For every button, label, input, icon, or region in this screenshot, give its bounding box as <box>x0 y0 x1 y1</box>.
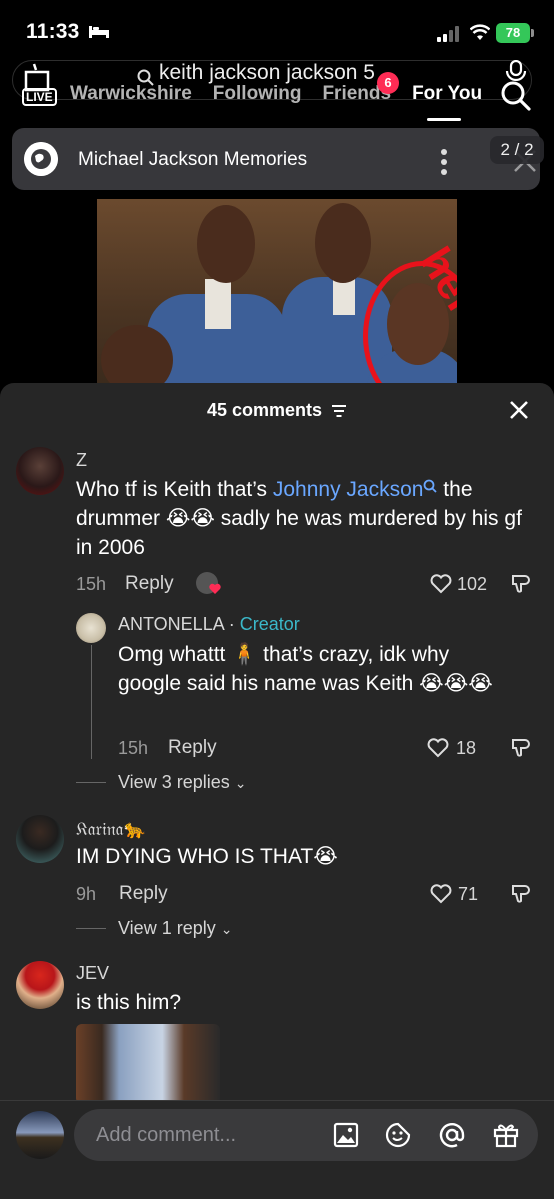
tab-warwickshire[interactable]: Warwickshire <box>70 83 192 105</box>
like-heart-icon[interactable] <box>430 574 452 594</box>
search-link-icon[interactable] <box>423 479 438 493</box>
mention-at-icon[interactable] <box>438 1121 466 1149</box>
tab-following[interactable]: Following <box>213 83 302 105</box>
avatar[interactable] <box>76 613 106 643</box>
comment-text: is this him? <box>76 991 182 1014</box>
reply-time: 15h <box>118 738 149 758</box>
comment-placeholder: Add comment... <box>96 1124 237 1146</box>
like-count: 71 <box>458 884 479 904</box>
view-replies-button[interactable]: View 1 reply ⌄ <box>118 918 232 939</box>
search-query-text: keith jackson jackson 5 <box>159 61 375 84</box>
comment-text: Who tf is Keith that’s Johnny Jackson th… <box>76 478 522 559</box>
live-label[interactable]: LIVE <box>22 88 57 106</box>
comment-username[interactable]: JEV <box>76 963 109 984</box>
chevron-down-icon: ⌄ <box>220 921 233 937</box>
avatar[interactable] <box>16 447 64 495</box>
sleep-focus-icon <box>89 26 109 38</box>
feed-tabs: Warwickshire Following Friends For You <box>70 83 503 105</box>
comment-time: 15h <box>76 574 107 594</box>
creator-liked-heart-icon <box>209 583 221 594</box>
figure-head <box>315 203 371 283</box>
reply-text: Omg whattt 🧍 that’s crazy, idk why googl… <box>118 643 493 695</box>
top-navigation: keith jackson jackson 5 LIVE Warwickshir… <box>0 56 554 126</box>
thread-line <box>91 645 92 759</box>
reply-button[interactable]: Reply <box>168 737 217 759</box>
status-time: 11:33 <box>26 20 80 43</box>
reply-button[interactable]: Reply <box>125 573 174 595</box>
avatar[interactable] <box>16 815 64 863</box>
figure-head <box>197 205 255 283</box>
comment-time: 9h <box>76 884 97 904</box>
sort-filter-icon[interactable] <box>331 404 347 418</box>
tab-for-you[interactable]: For You <box>412 83 482 105</box>
search-link-johnny-jackson[interactable]: Johnny Jackson <box>273 478 424 501</box>
comments-sheet: 45 comments Z Who tf is Keith that’s Joh… <box>0 383 554 1199</box>
add-comment-field[interactable]: Add comment... <box>74 1109 538 1161</box>
dislike-icon[interactable] <box>509 737 531 759</box>
gift-icon[interactable] <box>492 1121 520 1149</box>
friends-notification-badge: 6 <box>377 72 399 94</box>
comment-count-header: 45 comments <box>0 400 554 421</box>
status-bar: 11:33 78 <box>0 0 554 60</box>
search-icon[interactable] <box>500 80 532 112</box>
like-heart-icon[interactable] <box>430 884 452 904</box>
view-replies-line <box>76 782 106 783</box>
comment-input-bar: Add comment... <box>0 1100 554 1199</box>
creator-tag: Creator <box>239 614 300 634</box>
reply-username[interactable]: ANTONELLA <box>118 614 224 634</box>
my-avatar[interactable] <box>16 1111 64 1159</box>
figure-head <box>101 325 173 389</box>
close-comments-icon[interactable] <box>508 399 530 421</box>
comment-username[interactable]: 𝔎𝔞𝔯𝔦𝔫𝔞🐆 <box>76 819 146 840</box>
more-options-icon[interactable] <box>440 148 448 176</box>
like-count: 102 <box>457 574 488 594</box>
related-search-banner[interactable]: Michael Jackson Memories 2 / 2 <box>12 128 544 190</box>
banner-title: Michael Jackson Memories <box>78 149 308 170</box>
reply-username-row: ANTONELLA · Creator <box>118 614 300 634</box>
figure-collar <box>205 279 231 329</box>
battery-indicator: 78 <box>496 23 530 43</box>
comment-text: IM DYING WHO IS THAT😭 <box>76 845 338 868</box>
sticker-icon[interactable] <box>384 1121 412 1149</box>
comment-username[interactable]: Z <box>76 450 87 471</box>
like-count: 18 <box>456 738 477 758</box>
view-replies-line <box>76 928 106 929</box>
dislike-icon[interactable] <box>509 883 531 905</box>
cellular-signal-icon <box>437 26 459 42</box>
chevron-down-icon: ⌄ <box>234 775 247 791</box>
avatar[interactable] <box>16 961 64 1009</box>
battery-tip <box>531 29 534 37</box>
dislike-icon[interactable] <box>509 573 531 595</box>
comment-attached-photo[interactable] <box>76 1024 220 1104</box>
like-heart-icon[interactable] <box>427 738 449 758</box>
active-tab-indicator <box>427 118 461 121</box>
image-upload-icon[interactable] <box>332 1121 360 1149</box>
reply-button[interactable]: Reply <box>119 883 168 905</box>
video-photo-content[interactable]: here <box>97 199 457 389</box>
globe-icon <box>24 142 58 176</box>
comment-count: 45 comments <box>206 400 323 420</box>
wifi-icon <box>470 24 490 40</box>
photo-page-indicator: 2 / 2 <box>490 136 544 164</box>
view-replies-button[interactable]: View 3 replies ⌄ <box>118 772 246 793</box>
